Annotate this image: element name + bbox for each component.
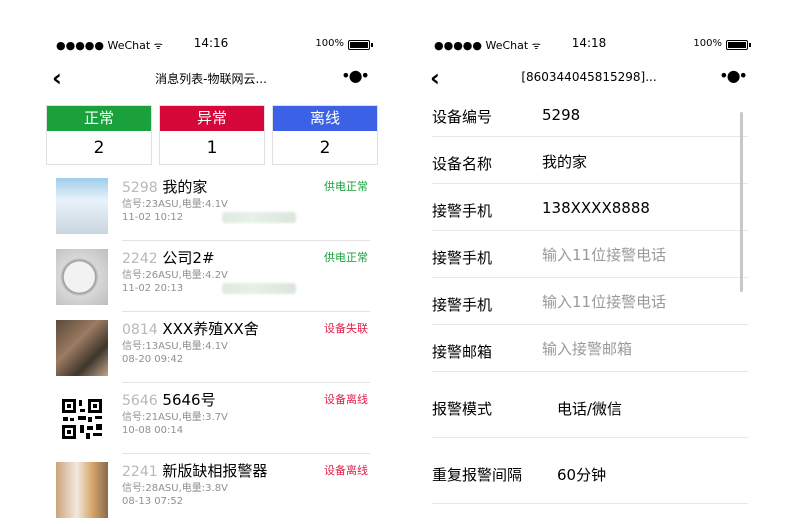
device-thumbnail bbox=[56, 320, 108, 376]
alarm-phone-field-1[interactable] bbox=[542, 196, 732, 220]
device-name: 我的家 bbox=[162, 178, 208, 196]
device-thumbnail bbox=[56, 462, 108, 518]
card-label: 离线 bbox=[273, 106, 377, 131]
card-label: 异常 bbox=[160, 106, 264, 131]
status-bar: ●●●●● WeChat ᯤ 14:16 100% bbox=[44, 36, 378, 54]
device-settings-form: 设备编号 5298 设备名称 接警手机 接警手机 接警手机 接警邮箱 报警模式 … bbox=[432, 90, 748, 504]
redacted-area bbox=[222, 283, 296, 294]
alarm-email-field[interactable] bbox=[542, 337, 732, 361]
abnormal-status-card[interactable]: 异常 1 bbox=[159, 105, 265, 165]
device-signal: 信号:26ASU,电量:4.2V bbox=[122, 270, 228, 281]
battery-percent: 100% bbox=[315, 38, 344, 49]
alarm-mode-row[interactable]: 报警模式 电话/微信 bbox=[432, 372, 748, 438]
device-thumbnail bbox=[56, 249, 108, 305]
field-label: 接警手机 bbox=[432, 296, 493, 314]
device-code: 5646 bbox=[122, 393, 158, 409]
device-signal: 信号:21ASU,电量:3.7V bbox=[122, 412, 228, 423]
field-label: 接警邮箱 bbox=[432, 343, 493, 361]
offline-status-card[interactable]: 离线 2 bbox=[272, 105, 378, 165]
nav-bar: ‹ 消息列表-物联网云... •●• bbox=[44, 64, 378, 94]
normal-status-card[interactable]: 正常 2 bbox=[46, 105, 152, 165]
alarm-phone-row: 接警手机 bbox=[432, 184, 748, 231]
status-summary: 正常 2 异常 1 离线 2 bbox=[46, 105, 378, 165]
field-label: 重复报警间隔 bbox=[432, 466, 523, 484]
field-label: 设备名称 bbox=[432, 155, 493, 173]
card-count: 1 bbox=[206, 138, 218, 158]
device-signal: 信号:28ASU,电量:3.8V bbox=[122, 483, 228, 494]
device-code: 2241 bbox=[122, 464, 158, 480]
device-name: 新版缺相报警器 bbox=[162, 462, 268, 480]
device-thumbnail bbox=[56, 178, 108, 234]
device-code: 5298 bbox=[122, 180, 158, 196]
field-label: 接警手机 bbox=[432, 202, 493, 220]
alarm-phone-field-2[interactable] bbox=[542, 243, 732, 267]
device-name-row: 设备名称 bbox=[432, 137, 748, 184]
scrollbar[interactable] bbox=[740, 112, 743, 292]
device-code: 0814 bbox=[122, 322, 158, 338]
alarm-mode-select[interactable]: 电话/微信 bbox=[557, 398, 622, 419]
battery-icon bbox=[726, 40, 751, 50]
device-name: XXX养殖XX舍 bbox=[162, 320, 259, 338]
field-label: 设备编号 bbox=[432, 108, 493, 126]
list-item[interactable]: 2241 新版缺相报警器 信号:28ASU,电量:3.8V 08-13 07:5… bbox=[56, 454, 378, 524]
device-list-screen: ●●●●● WeChat ᯤ 14:16 100% ‹ 消息列表-物联网云...… bbox=[44, 0, 378, 524]
card-label: 正常 bbox=[47, 106, 151, 131]
device-settings-screen: ●●●●● WeChat ᯤ 14:18 100% ‹ [86034404581… bbox=[422, 0, 756, 524]
device-name-field[interactable] bbox=[542, 149, 732, 173]
alarm-email-row: 接警邮箱 bbox=[432, 325, 748, 372]
card-count: 2 bbox=[93, 138, 105, 158]
list-item[interactable]: 0814 XXX养殖XX舍 信号:13ASU,电量:4.1V 08-20 09:… bbox=[56, 312, 378, 383]
qr-code-icon bbox=[56, 391, 108, 447]
redacted-area bbox=[222, 212, 296, 223]
status-badge: 设备离线 bbox=[324, 393, 368, 406]
status-badge: 供电正常 bbox=[324, 251, 368, 264]
repeat-interval-select[interactable]: 60分钟 bbox=[557, 464, 606, 485]
alarm-phone-field-3[interactable] bbox=[542, 290, 732, 314]
status-badge: 设备失联 bbox=[324, 322, 368, 335]
field-label: 接警手机 bbox=[432, 249, 493, 267]
device-number-value: 5298 bbox=[542, 106, 581, 124]
list-item[interactable]: 2242 公司2# 信号:26ASU,电量:4.2V 11-02 20:13 供… bbox=[56, 241, 378, 312]
device-number-row: 设备编号 5298 bbox=[432, 90, 748, 137]
page-title: 消息列表-物联网云... bbox=[155, 72, 267, 86]
device-time: 10-08 00:14 bbox=[122, 425, 184, 436]
battery-percent: 100% bbox=[693, 38, 722, 49]
page-title: [860344045815298]... bbox=[521, 70, 657, 84]
device-name: 5646号 bbox=[162, 391, 216, 409]
alarm-phone-row: 接警手机 bbox=[432, 231, 748, 278]
repeat-interval-row[interactable]: 重复报警间隔 60分钟 bbox=[432, 438, 748, 504]
device-name: 公司2# bbox=[162, 249, 215, 267]
card-count: 2 bbox=[319, 138, 331, 158]
device-time: 08-20 09:42 bbox=[122, 354, 184, 365]
alarm-phone-row: 接警手机 bbox=[432, 278, 748, 325]
status-badge: 设备离线 bbox=[324, 464, 368, 477]
device-signal: 信号:13ASU,电量:4.1V bbox=[122, 341, 228, 352]
battery-icon bbox=[348, 40, 373, 50]
device-time: 08-13 07:52 bbox=[122, 496, 184, 507]
field-label: 报警模式 bbox=[432, 400, 493, 418]
device-list: 5298 我的家 信号:23ASU,电量:4.1V 11-02 10:12 供电… bbox=[56, 170, 378, 524]
list-item[interactable]: 5298 我的家 信号:23ASU,电量:4.1V 11-02 10:12 供电… bbox=[56, 170, 378, 241]
status-bar: ●●●●● WeChat ᯤ 14:18 100% bbox=[422, 36, 756, 54]
list-item[interactable]: 5646 5646号 信号:21ASU,电量:3.7V 10-08 00:14 … bbox=[56, 383, 378, 454]
device-code: 2242 bbox=[122, 251, 158, 267]
device-signal: 信号:23ASU,电量:4.1V bbox=[122, 199, 228, 210]
more-menu-icon[interactable]: •●• bbox=[341, 66, 370, 85]
more-menu-icon[interactable]: •●• bbox=[719, 66, 748, 85]
status-badge: 供电正常 bbox=[324, 180, 368, 193]
